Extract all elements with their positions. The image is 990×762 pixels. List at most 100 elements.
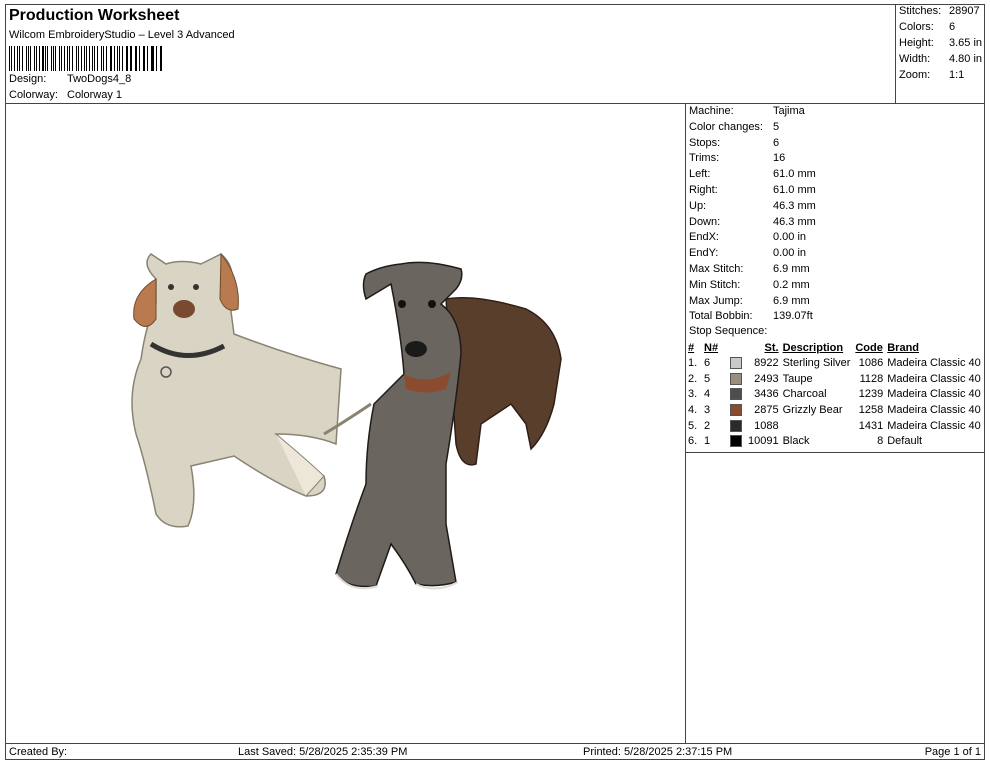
cell-brand: Madeira Classic 40 xyxy=(887,388,981,401)
machine-stat-value: 6.9 mm xyxy=(773,294,810,307)
table-row: 3. 4 3436 Charcoal 1239 Madeira Classic 40 xyxy=(686,386,984,402)
color-swatch-cell xyxy=(728,433,746,449)
colorway-row: Colorway: Colorway 1 xyxy=(9,89,122,101)
table-header-row: # N# St. Description Code Brand xyxy=(686,340,984,355)
table-row: 2. 5 2493 Taupe 1128 Madeira Classic 40 xyxy=(686,371,984,387)
color-swatch-cell xyxy=(728,418,746,434)
cell-brand: Default xyxy=(887,435,923,448)
machine-stat-label: Down: xyxy=(689,215,721,228)
brindle-dog-image xyxy=(323,261,562,590)
last-saved: Last Saved: 5/28/2025 2:35:39 PM xyxy=(238,746,408,758)
cell-st: 3436 xyxy=(754,388,779,401)
page-title: Production Worksheet xyxy=(9,7,180,24)
machine-stat-label: EndX: xyxy=(689,231,719,244)
machine-stat-value: 61.0 mm xyxy=(773,184,816,196)
machine-stat-row: Total Bobbin: 139.07ft xyxy=(689,310,813,322)
table-row: 1. 6 8922 Sterling Silver 1086 Madeira Classi… xyxy=(686,355,984,371)
col-code: Code xyxy=(855,341,883,354)
col-swatch xyxy=(728,340,746,355)
colorway-label: Colorway: xyxy=(9,89,58,101)
stat-row: Zoom: 1:1 xyxy=(899,69,964,81)
cell-n: 2 xyxy=(704,419,711,432)
machine-stat-label: Max Jump: xyxy=(689,294,743,307)
cell-st: 1088 xyxy=(754,419,779,432)
table-divider xyxy=(686,452,984,453)
cell-st: 8922 xyxy=(754,356,779,369)
color-swatch xyxy=(730,372,742,385)
cell-n: 4 xyxy=(704,388,711,401)
machine-stat-row: Right: 61.0 mm xyxy=(689,184,816,196)
table-row: 6. 1 10091 Black 8 Default xyxy=(686,433,984,449)
machine-stat-value: 6 xyxy=(773,136,780,149)
machine-stat-row: Up: 46.3 mm xyxy=(689,200,816,212)
design-label: Design: xyxy=(9,73,47,85)
cell-desc: Charcoal xyxy=(782,388,827,401)
cell-brand: Madeira Classic 40 xyxy=(887,403,981,416)
stat-row: Height: 3.65 in xyxy=(899,37,982,49)
machine-stat-value: 5 xyxy=(773,120,780,133)
cell-desc: Grizzly Bear xyxy=(782,403,843,416)
machine-stat-value: 139.07ft xyxy=(773,310,813,323)
cell-brand: Madeira Classic 40 xyxy=(887,372,981,385)
machine-stat-value: 0.00 in xyxy=(773,247,807,260)
stat-value: 4.80 in xyxy=(949,53,983,65)
stat-value: 3.65 in xyxy=(949,37,983,49)
cell-num: 6. xyxy=(688,435,698,448)
machine-stat-row: Left: 61.0 mm xyxy=(689,168,816,180)
design-name: TwoDogs4_8 xyxy=(67,73,132,85)
design-preview xyxy=(5,103,686,744)
printed-date: Printed: 5/28/2025 2:37:15 PM xyxy=(583,746,733,758)
stat-label: Colors: xyxy=(899,21,934,33)
machine-stat-label: Stops: xyxy=(689,136,721,149)
color-swatch-cell xyxy=(728,402,746,418)
cell-desc: Sterling Silver xyxy=(782,356,851,369)
cell-num: 1. xyxy=(688,356,698,369)
machine-stat-value: 46.3 mm xyxy=(773,199,816,212)
cell-num: 2. xyxy=(688,372,698,385)
cell-num: 4. xyxy=(688,403,698,416)
cell-desc: Taupe xyxy=(782,372,813,385)
machine-stat-label: EndY: xyxy=(689,247,719,260)
stop-sequence-table: # N# St. Description Code Brand 1. 6 8922 S… xyxy=(686,340,984,449)
color-swatch-cell xyxy=(728,386,746,402)
machine-stat-row: EndY: 0.00 in xyxy=(689,247,806,259)
machine-stat-value: 46.3 mm xyxy=(773,215,816,228)
labrador-dog-image xyxy=(131,252,342,528)
machine-stat-row: Machine: Tajima xyxy=(689,105,805,117)
machine-stat-row: Trims: 16 xyxy=(689,152,785,164)
barcode xyxy=(9,46,164,71)
machine-stat-value: 0.00 in xyxy=(773,231,807,244)
machine-details-panel: Machine: Tajima Color changes: 5 Stops: 6 Trim… xyxy=(685,103,985,744)
color-swatch xyxy=(730,356,742,369)
machine-stat-row: Stops: 6 xyxy=(689,137,779,149)
machine-stat-value: 0.2 mm xyxy=(773,278,810,291)
color-swatch xyxy=(730,403,742,416)
color-swatch xyxy=(730,419,742,432)
cell-num: 3. xyxy=(688,388,698,401)
stat-value: 28907 xyxy=(949,5,980,17)
cell-desc: Black xyxy=(782,435,810,448)
col-num: # xyxy=(688,341,695,354)
stat-label: Zoom: xyxy=(899,69,931,81)
cell-desc xyxy=(781,418,854,434)
stat-row: Colors: 6 xyxy=(899,21,955,33)
cell-code: 1086 xyxy=(858,356,884,369)
stat-row: Stitches: 28907 xyxy=(899,5,980,17)
cell-code: 1431 xyxy=(858,419,884,432)
cell-brand: Madeira Classic 40 xyxy=(887,419,981,432)
color-swatch-cell xyxy=(728,371,746,387)
cell-code: 1258 xyxy=(858,403,884,416)
cell-code: 8 xyxy=(877,435,884,448)
machine-stat-label: Left: xyxy=(689,168,711,181)
machine-stat-row: Max Stitch: 6.9 mm xyxy=(689,263,810,275)
machine-stat-label: Total Bobbin: xyxy=(689,310,753,323)
machine-stat-value: 6.9 mm xyxy=(773,263,810,275)
cell-code: 1128 xyxy=(859,372,884,385)
embroidery-preview-image xyxy=(131,252,562,590)
software-name: Wilcom EmbroideryStudio – Level 3 Advanc… xyxy=(9,29,235,41)
stat-label: Stitches: xyxy=(899,5,942,17)
color-swatch xyxy=(730,435,742,448)
cell-num: 5. xyxy=(688,419,698,432)
created-by: Created By: xyxy=(9,746,68,758)
stat-row: Width: 4.80 in xyxy=(899,53,982,65)
